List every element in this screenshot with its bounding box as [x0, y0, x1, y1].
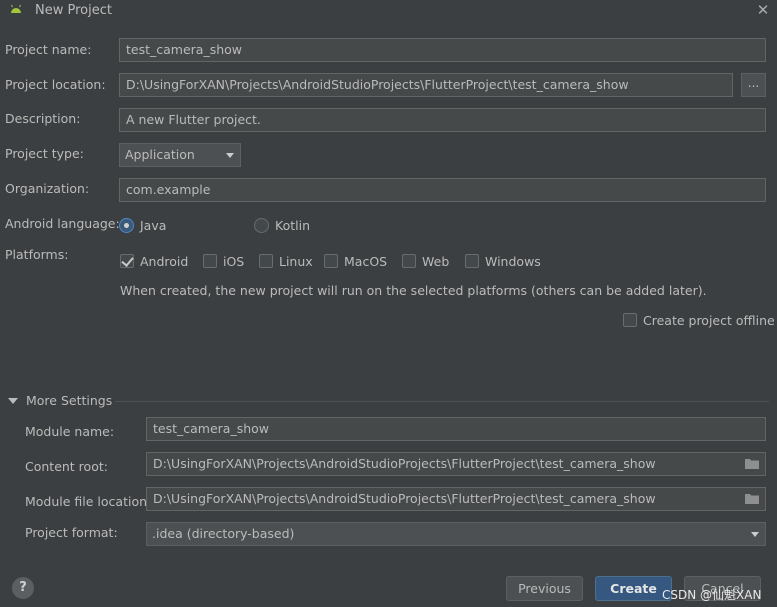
folder-icon[interactable] — [745, 493, 759, 504]
close-icon[interactable]: ✕ — [754, 1, 772, 19]
section-divider — [115, 401, 769, 402]
organization-input[interactable]: com.example — [119, 178, 766, 202]
project-name-label: Project name: — [5, 42, 92, 57]
kotlin-radio[interactable] — [254, 218, 269, 233]
web-platform-checkbox[interactable] — [402, 254, 416, 268]
project-location-input[interactable]: D:\UsingForXAN\Projects\AndroidStudioPro… — [119, 73, 733, 97]
java-radio[interactable] — [119, 218, 134, 233]
project-type-dropdown[interactable]: Application — [119, 143, 241, 167]
project-name-input[interactable]: test_camera_show — [119, 38, 766, 62]
chevron-down-icon — [226, 153, 234, 158]
project-type-value: Application — [125, 147, 195, 162]
windows-platform-label[interactable]: Windows — [485, 254, 541, 269]
platforms-label: Platforms: — [5, 247, 69, 262]
android-platform-checkbox[interactable] — [120, 254, 134, 268]
module-name-label: Module name: — [25, 424, 115, 439]
module-name-input[interactable]: test_camera_show — [146, 417, 766, 441]
project-type-label: Project type: — [5, 146, 84, 161]
help-button[interactable]: ? — [12, 577, 34, 599]
kotlin-radio-label[interactable]: Kotlin — [275, 218, 310, 233]
browse-location-button[interactable]: ... — [741, 73, 766, 97]
macos-platform-label[interactable]: MacOS — [344, 254, 387, 269]
chevron-down-icon — [751, 532, 759, 537]
watermark: CSDN @仙魁XAN — [662, 588, 762, 602]
windows-platform-checkbox[interactable] — [465, 254, 479, 268]
linux-platform-checkbox[interactable] — [259, 254, 273, 268]
android-platform-label[interactable]: Android — [140, 254, 188, 269]
ios-platform-label[interactable]: iOS — [223, 254, 244, 269]
description-label: Description: — [5, 111, 81, 126]
android-icon — [11, 4, 21, 13]
module-file-location-input[interactable]: D:\UsingForXAN\Projects\AndroidStudioPro… — [146, 487, 766, 511]
window-title: New Project — [35, 3, 112, 18]
organization-label: Organization: — [5, 181, 90, 196]
title-bar — [0, 0, 777, 22]
macos-platform-checkbox[interactable] — [324, 254, 338, 268]
content-root-label: Content root: — [25, 459, 108, 474]
collapse-triangle-icon[interactable] — [8, 398, 18, 404]
android-language-label: Android language: — [5, 216, 120, 231]
project-format-label: Project format: — [25, 525, 118, 540]
project-location-label: Project location: — [5, 77, 106, 92]
platforms-hint: When created, the new project will run o… — [120, 283, 707, 298]
linux-platform-label[interactable]: Linux — [279, 254, 313, 269]
project-format-value: .idea (directory-based) — [152, 526, 295, 541]
more-settings-header[interactable]: More Settings — [26, 393, 112, 408]
create-offline-checkbox[interactable] — [623, 313, 637, 327]
project-format-dropdown[interactable]: .idea (directory-based) — [146, 522, 766, 546]
description-input[interactable]: A new Flutter project. — [119, 108, 766, 132]
content-root-input[interactable]: D:\UsingForXAN\Projects\AndroidStudioPro… — [146, 452, 766, 476]
folder-icon[interactable] — [745, 458, 759, 469]
module-file-location-label: Module file location: — [25, 494, 152, 509]
java-radio-label[interactable]: Java — [140, 218, 166, 233]
web-platform-label[interactable]: Web — [422, 254, 449, 269]
create-offline-label[interactable]: Create project offline — [643, 313, 775, 328]
previous-button[interactable]: Previous — [506, 576, 583, 601]
ios-platform-checkbox[interactable] — [203, 254, 217, 268]
create-button[interactable]: Create — [595, 576, 672, 601]
